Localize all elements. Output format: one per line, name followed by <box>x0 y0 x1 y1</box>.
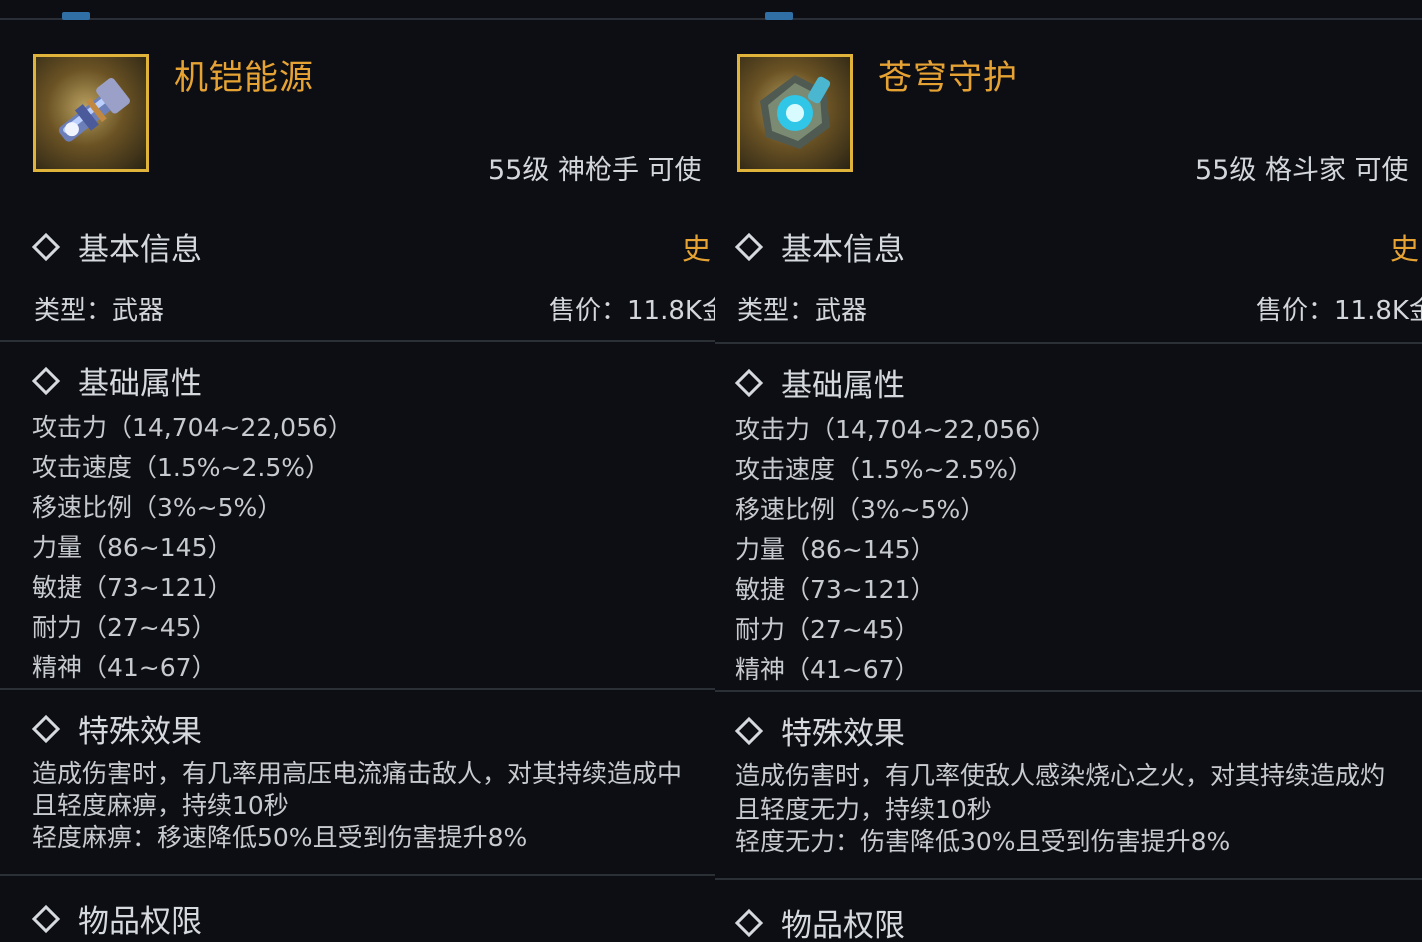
stat-line: 力量（86~145） <box>735 535 936 564</box>
tab-indicator <box>765 12 793 20</box>
section-title: 基本信息 <box>78 232 202 268</box>
rarity-label: 史 <box>682 232 712 266</box>
effect-line: 轻度无力：伤害降低30%且受到伤害提升8% <box>735 827 1231 856</box>
item-name: 苍穹守护 <box>878 58 1018 98</box>
rune-core-icon <box>760 75 831 149</box>
section-permissions: 物品权限 <box>733 900 905 942</box>
section-title: 物品权限 <box>78 904 202 940</box>
top-divider <box>715 18 1422 20</box>
divider <box>715 690 1422 692</box>
stat-line: 攻击速度（1.5%~2.5%） <box>735 455 1033 484</box>
effect-line: 造成伤害时，有几率使敌人感染烧心之火，对其持续造成灼 <box>735 761 1386 790</box>
divider <box>715 878 1422 880</box>
effect-line: 且轻度麻痹，持续10秒 <box>32 791 289 820</box>
section-basic-info: 基本信息 <box>30 224 202 269</box>
diamond-icon <box>734 908 764 937</box>
effect-line: 轻度麻痹：移速降低50%且受到伤害提升8% <box>32 823 528 852</box>
gauntlet-cannon-icon <box>58 77 130 142</box>
stat-line: 移速比例（3%~5%） <box>735 495 986 524</box>
effect-line: 且轻度无力，持续10秒 <box>735 795 992 824</box>
section-basic-info: 基本信息 <box>733 224 905 269</box>
diamond-icon <box>734 716 764 745</box>
divider <box>0 688 715 690</box>
item-price: 售价：11.8K金 <box>1256 296 1422 326</box>
diamond-icon <box>734 368 764 397</box>
stat-line: 耐力（27~45） <box>735 615 920 644</box>
diamond-icon <box>31 714 61 743</box>
section-title: 基本信息 <box>781 232 905 268</box>
item-icon-frame[interactable] <box>33 54 149 172</box>
section-special-effect: 特殊效果 <box>30 706 202 751</box>
section-base-attributes: 基础属性 <box>733 360 905 405</box>
stat-line: 敏捷（73~121） <box>32 573 233 602</box>
diamond-icon <box>31 232 61 261</box>
section-title: 物品权限 <box>781 908 905 942</box>
item-price: 售价：11.8K金 <box>549 296 715 326</box>
section-permissions: 物品权限 <box>30 896 202 941</box>
divider <box>715 342 1422 344</box>
top-divider <box>0 18 715 20</box>
item-requirement: 55级 格斗家 可使 <box>1195 155 1409 186</box>
section-title: 特殊效果 <box>781 716 905 752</box>
stat-line: 力量（86~145） <box>32 533 233 562</box>
effect-line: 造成伤害时，有几率用高压电流痛击敌人，对其持续造成中 <box>32 759 683 788</box>
stat-line: 精神（41~67） <box>735 655 920 684</box>
item-type: 类型：武器 <box>34 296 165 326</box>
diamond-icon <box>31 366 61 395</box>
stat-line: 移速比例（3%~5%） <box>32 493 283 522</box>
divider <box>0 340 715 342</box>
item-icon-frame[interactable] <box>737 54 853 172</box>
item-requirement: 55级 神枪手 可使 <box>488 155 702 186</box>
item-name: 机铠能源 <box>174 58 314 98</box>
item-tooltip-right: 苍穹守护 55级 格斗家 可使 基本信息 史 类型：武器 售价：11.8K金 基… <box>715 0 1422 942</box>
stat-line: 耐力（27~45） <box>32 613 217 642</box>
section-title: 特殊效果 <box>78 714 202 750</box>
diamond-icon <box>734 232 764 261</box>
stat-line: 攻击力（14,704~22,056） <box>32 413 353 442</box>
tab-indicator <box>62 12 90 20</box>
stat-line: 精神（41~67） <box>32 653 217 682</box>
rarity-label: 史 <box>1390 232 1420 266</box>
stat-line: 攻击力（14,704~22,056） <box>735 415 1056 444</box>
section-title: 基础属性 <box>781 368 905 404</box>
section-special-effect: 特殊效果 <box>733 708 905 753</box>
section-title: 基础属性 <box>78 366 202 402</box>
divider <box>0 874 715 876</box>
stat-line: 敏捷（73~121） <box>735 575 936 604</box>
diamond-icon <box>31 904 61 933</box>
stat-line: 攻击速度（1.5%~2.5%） <box>32 453 330 482</box>
item-tooltip-left: 机铠能源 55级 神枪手 可使 基本信息 史 类型：武器 售价：11.8K金 基… <box>0 0 715 942</box>
section-base-attributes: 基础属性 <box>30 358 202 403</box>
item-type: 类型：武器 <box>737 296 868 326</box>
